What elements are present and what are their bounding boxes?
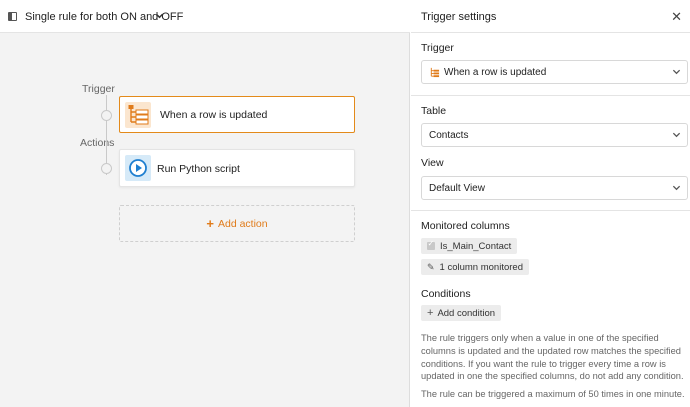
add-action-button[interactable]: + Add action <box>119 205 355 242</box>
settings-title: Trigger settings <box>421 11 497 23</box>
add-condition-button[interactable]: + Add condition <box>421 305 502 321</box>
monitored-columns-label: Monitored columns <box>421 220 510 232</box>
monitored-column-chip: Is_Main_Contact <box>421 238 518 254</box>
chevron-down-icon[interactable] <box>155 11 164 22</box>
settings-header: Trigger settings ✕ <box>411 0 690 33</box>
chevron-down-icon <box>672 67 681 78</box>
trigger-tree-icon <box>429 67 440 78</box>
actions-section-label: Actions <box>80 137 115 149</box>
trigger-connector-dot <box>101 110 112 121</box>
add-condition-label: Add condition <box>437 307 496 319</box>
table-select[interactable]: Contacts <box>421 123 688 147</box>
conditions-help-text: The rule triggers only when a value in o… <box>421 333 684 382</box>
trigger-select[interactable]: When a row is updated <box>421 60 688 84</box>
trigger-section-label: Trigger <box>82 83 115 95</box>
add-action-label: Add action <box>217 217 268 230</box>
trigger-settings-panel: Trigger settings ✕ Trigger When a row is… <box>411 0 690 407</box>
action-connector-dot <box>101 163 112 174</box>
trigger-field-label: Trigger <box>421 42 454 54</box>
rule-header: Single rule for both ON and OFF <box>0 0 410 33</box>
trigger-card[interactable]: When a row is updated <box>119 96 355 133</box>
trigger-tree-icon <box>125 102 151 128</box>
pencil-icon: ✎ <box>427 261 435 272</box>
edit-monitored-columns-button[interactable]: ✎ 1 column monitored <box>421 259 529 275</box>
chevron-down-icon <box>672 130 681 141</box>
trigger-select-value: When a row is updated <box>444 67 547 78</box>
action-card[interactable]: Run Python script <box>119 149 355 187</box>
view-select-value: Default View <box>429 183 485 194</box>
trigger-limit-text: The rule can be triggered a maximum of 5… <box>421 389 685 399</box>
chevron-down-icon <box>672 183 681 194</box>
monitored-count-label: 1 column monitored <box>439 261 523 273</box>
view-field-label: View <box>421 157 444 169</box>
conditions-label: Conditions <box>421 288 471 300</box>
view-select[interactable]: Default View <box>421 176 688 200</box>
table-select-value: Contacts <box>429 130 469 141</box>
monitored-column-name: Is_Main_Contact <box>440 240 512 252</box>
play-icon <box>125 155 151 181</box>
plus-icon: + <box>427 307 434 319</box>
divider <box>411 210 690 211</box>
close-icon[interactable]: ✕ <box>671 9 682 25</box>
rule-canvas: Single rule for both ON and OFF Trigger … <box>0 0 410 407</box>
plus-icon: + <box>206 216 214 231</box>
trigger-card-label: When a row is updated <box>160 109 268 121</box>
sidebar-toggle-icon[interactable] <box>8 12 17 21</box>
divider <box>411 95 690 96</box>
table-field-label: Table <box>421 105 447 117</box>
checkbox-icon <box>427 239 435 250</box>
action-card-label: Run Python script <box>157 163 240 175</box>
